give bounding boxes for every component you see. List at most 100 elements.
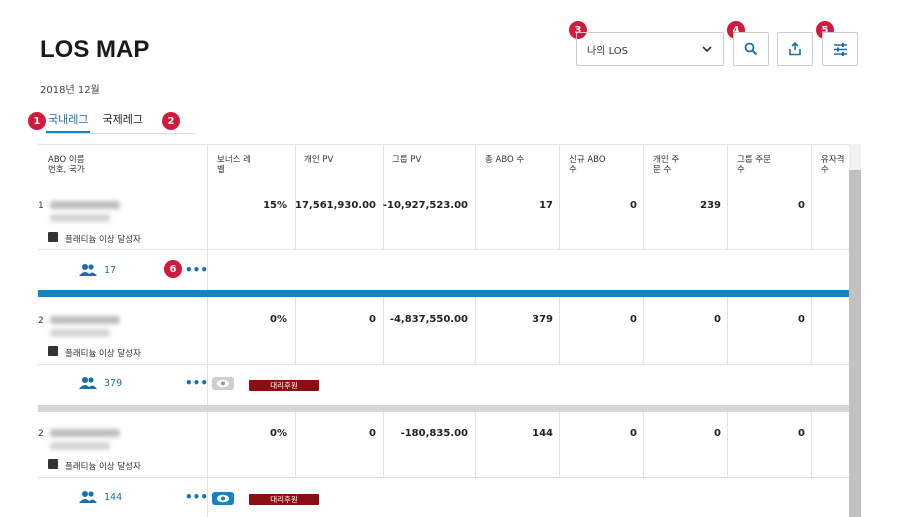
new-abo-value: 0 xyxy=(630,314,637,325)
downline-count-link[interactable]: 144 xyxy=(104,492,122,503)
los-filter-select[interactable]: 나의 LOS xyxy=(576,32,724,66)
col-divider xyxy=(727,297,728,364)
abo-number-redacted xyxy=(50,214,110,222)
col-header-group-orders: 그룹 주문 수 xyxy=(737,155,771,175)
group-pv-value: -180,835.00 xyxy=(400,428,468,439)
col-header-new-abo: 신규 ABO 수 xyxy=(569,155,606,175)
leg-tabs: 국내레그 국제레그 xyxy=(46,112,145,134)
col-divider xyxy=(559,185,560,249)
personal-pv-value: 17,561,930.00 xyxy=(295,200,376,211)
abo-name-redacted xyxy=(50,201,120,209)
bonus-level-value: 0% xyxy=(270,314,287,325)
col-divider xyxy=(559,297,560,364)
los-table: ABO 이름 번호, 국가 보너스 레 벨 개인 PV 그룹 PV 총 ABO … xyxy=(38,144,849,517)
downline-count-link[interactable]: 17 xyxy=(104,265,116,276)
col-divider xyxy=(383,297,384,364)
abo-name-redacted xyxy=(50,316,120,324)
tab-international-leg[interactable]: 국제레그 xyxy=(100,112,144,134)
platinum-legend-swatch xyxy=(48,459,58,469)
row-rank: 2 xyxy=(38,316,44,326)
col-divider xyxy=(475,297,476,364)
export-button[interactable] xyxy=(777,32,813,66)
personal-orders-value: 0 xyxy=(714,314,721,325)
col-divider xyxy=(295,297,296,364)
personal-pv-value: 0 xyxy=(369,428,376,439)
abo-number-redacted xyxy=(50,329,110,337)
search-icon xyxy=(744,42,758,56)
more-options-button[interactable]: ••• xyxy=(185,377,208,389)
bonus-level-value: 0% xyxy=(270,428,287,439)
eye-icon xyxy=(217,379,229,388)
col-divider xyxy=(475,412,476,477)
downline-count-link[interactable]: 379 xyxy=(104,378,122,389)
col-divider xyxy=(643,144,644,185)
callout-marker-2: 2 xyxy=(162,112,180,130)
tab-divider xyxy=(46,133,196,134)
col-divider xyxy=(475,185,476,249)
bonus-level-value: 15% xyxy=(263,200,287,211)
row-divider xyxy=(38,249,849,250)
chevron-down-icon xyxy=(702,46,712,53)
search-button[interactable] xyxy=(733,32,769,66)
col-header-abo-name: ABO 이름 번호, 국가 xyxy=(48,155,85,175)
col-divider xyxy=(727,412,728,477)
col-divider xyxy=(727,144,728,185)
col-divider xyxy=(207,412,208,477)
col-divider xyxy=(643,185,644,249)
personal-pv-value: 0 xyxy=(369,314,376,325)
status-badge: 대리후원 xyxy=(249,494,319,505)
col-header-bonus-level: 보너스 레 벨 xyxy=(217,155,251,175)
los-filter-value: 나의 LOS xyxy=(587,45,629,57)
col-divider xyxy=(727,185,728,249)
group-orders-value: 0 xyxy=(798,428,805,439)
col-divider xyxy=(811,185,812,249)
total-abo-value: 17 xyxy=(539,200,553,211)
abo-name-redacted xyxy=(50,429,120,437)
row-selected-bar xyxy=(38,290,849,297)
col-divider xyxy=(383,144,384,185)
col-divider xyxy=(207,297,208,364)
new-abo-value: 0 xyxy=(630,200,637,211)
col-divider xyxy=(475,144,476,185)
new-abo-value: 0 xyxy=(630,428,637,439)
row-rank: 2 xyxy=(38,429,44,439)
col-divider xyxy=(383,412,384,477)
group-orders-value: 0 xyxy=(798,314,805,325)
row-divider xyxy=(38,477,849,478)
col-divider xyxy=(811,297,812,364)
group-pv-value: -4,837,550.00 xyxy=(389,314,468,325)
view-toggle-button[interactable] xyxy=(212,377,234,390)
col-header-personal-orders: 개인 주 문 수 xyxy=(653,155,680,175)
col-divider xyxy=(811,144,812,185)
more-options-button[interactable]: ••• xyxy=(185,264,208,276)
row-separator-bar xyxy=(38,405,849,412)
col-divider xyxy=(295,412,296,477)
group-pv-value: -10,927,523.00 xyxy=(382,200,468,211)
export-icon xyxy=(789,42,801,56)
col-divider xyxy=(207,144,208,185)
col-header-personal-pv: 개인 PV xyxy=(304,155,334,165)
callout-marker-1: 1 xyxy=(28,112,46,130)
status-badge: 대리후원 xyxy=(249,380,319,391)
col-divider xyxy=(207,185,208,249)
view-toggle-button[interactable] xyxy=(212,492,234,505)
more-options-button[interactable]: ••• xyxy=(185,491,208,503)
col-divider xyxy=(559,412,560,477)
report-date: 2018년 12월 xyxy=(40,85,100,96)
settings-button[interactable] xyxy=(822,32,858,66)
row-rank: 1 xyxy=(38,201,44,211)
page-title: LOS MAP xyxy=(40,36,150,63)
total-abo-value: 144 xyxy=(532,428,553,439)
group-orders-value: 0 xyxy=(798,200,805,211)
personal-orders-value: 239 xyxy=(700,200,721,211)
total-abo-value: 379 xyxy=(532,314,553,325)
platinum-achiever-label: 플래티늄 이상 달성자 xyxy=(65,235,141,245)
tab-domestic-leg[interactable]: 국내레그 xyxy=(46,112,91,134)
scrollbar-thumb[interactable] xyxy=(849,170,861,517)
col-header-total-abo: 총 ABO 수 xyxy=(485,155,525,165)
eye-icon xyxy=(217,494,229,503)
platinum-achiever-label: 플래티늄 이상 달성자 xyxy=(65,349,141,359)
people-icon xyxy=(79,264,97,276)
sliders-icon xyxy=(833,42,847,56)
col-header-qualified: 유자격 수 xyxy=(821,155,845,175)
